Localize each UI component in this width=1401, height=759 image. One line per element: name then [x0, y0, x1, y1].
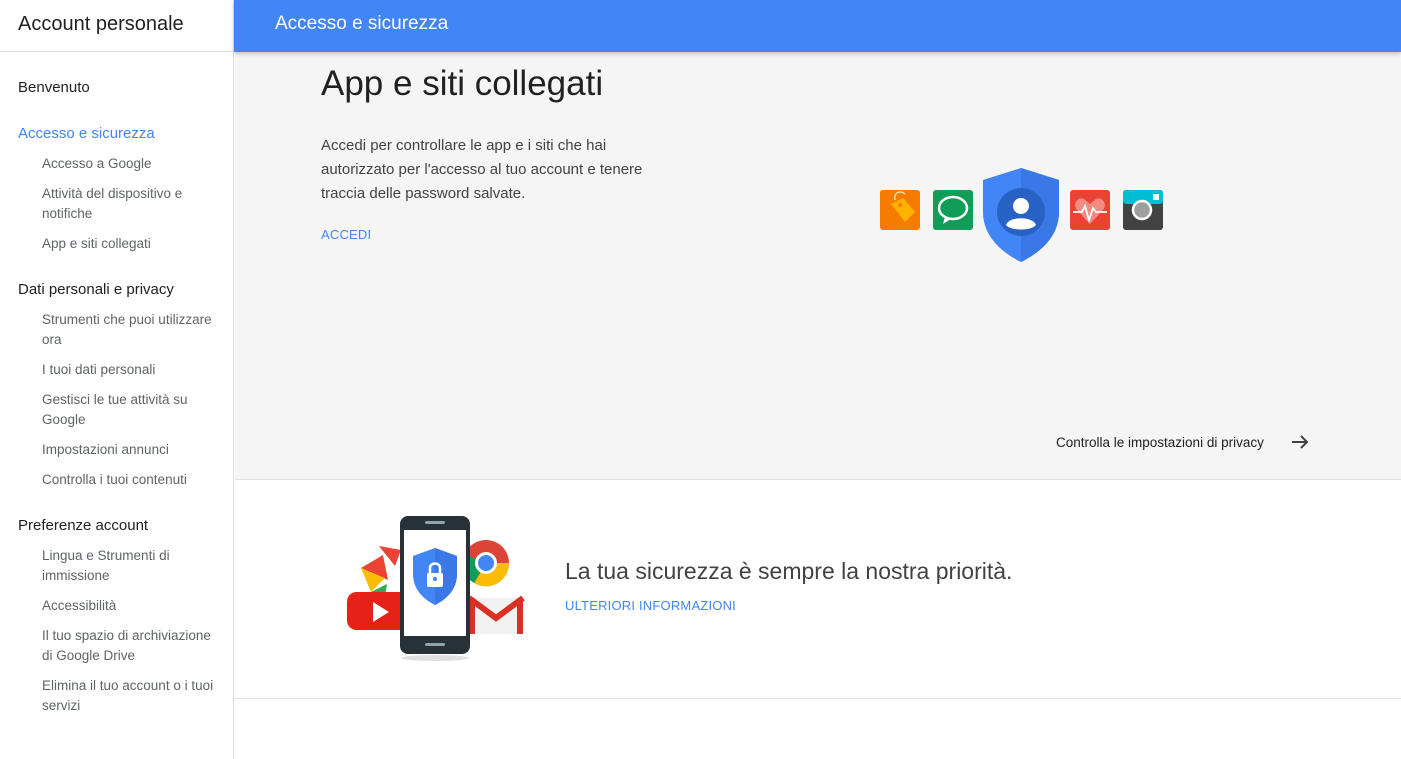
sidebar-subitem-elimina-account[interactable]: Elimina il tuo account o i tuoi servizi	[0, 676, 233, 716]
page-title: App e siti collegati	[321, 64, 604, 103]
sidebar-subitem-impostazioni-annunci[interactable]: Impostazioni annunci	[0, 440, 233, 460]
sidebar-nav: Benvenuto Accesso e sicurezza Accesso a …	[0, 52, 233, 716]
privacy-settings-link[interactable]: Controlla le impostazioni di privacy	[1056, 432, 1310, 452]
sidebar-subitem-gestisci-attivita[interactable]: Gestisci le tue attività su Google	[0, 390, 233, 430]
arrow-right-icon	[1291, 435, 1309, 449]
health-app-icon	[1070, 190, 1110, 230]
sidebar-subitem-spazio-drive[interactable]: Il tuo spazio di archiviazione di Google…	[0, 626, 233, 666]
sidebar-subitem-accesso-google[interactable]: Accesso a Google	[0, 154, 233, 174]
sidebar-subitem-dati-personali[interactable]: I tuoi dati personali	[0, 360, 233, 380]
sidebar-title: Account personale	[0, 0, 233, 52]
sidebar-item-benvenuto[interactable]: Benvenuto	[0, 78, 233, 98]
sidebar-subitem-controlla-contenuti[interactable]: Controlla i tuoi contenuti	[0, 470, 233, 490]
connected-apps-illustration	[880, 168, 1163, 262]
learn-more-button[interactable]: ULTERIORI INFORMAZIONI	[565, 598, 736, 613]
chat-app-icon	[933, 190, 973, 230]
accedi-button[interactable]: ACCEDI	[321, 227, 371, 242]
tag-app-icon	[880, 190, 920, 230]
connected-apps-card: App e siti collegati Accedi per controll…	[235, 52, 1401, 480]
page-section-title: Accesso e sicurezza	[275, 13, 449, 34]
sidebar-subitem-app-siti-collegati[interactable]: App e siti collegati	[0, 234, 233, 254]
sidebar-subitem-lingua[interactable]: Lingua e Strumenti di immissione	[0, 546, 233, 586]
top-app-bar: Accesso e sicurezza	[234, 0, 1401, 52]
privacy-settings-label: Controlla le impostazioni di privacy	[1056, 434, 1264, 450]
account-shield-icon	[983, 168, 1059, 262]
sidebar-subitem-strumenti[interactable]: Strumenti che puoi utilizzare ora	[0, 310, 233, 350]
sidebar-item-dati-personali-privacy[interactable]: Dati personali e privacy	[0, 280, 233, 300]
sidebar: Account personale Benvenuto Accesso e si…	[0, 0, 234, 759]
sidebar-item-preferenze-account[interactable]: Preferenze account	[0, 516, 233, 536]
security-illustration	[347, 516, 525, 661]
phone-lock-icon	[400, 516, 470, 654]
sidebar-subitem-attivita-dispositivo[interactable]: Attività del dispositivo e notifiche	[0, 184, 233, 224]
gmail-icon	[467, 595, 525, 634]
sidebar-item-accesso-sicurezza[interactable]: Accesso e sicurezza	[0, 124, 233, 144]
hero-description: Accedi per controllare le app e i siti c…	[321, 137, 643, 202]
security-heading: La tua sicurezza è sempre la nostra prio…	[565, 558, 1013, 584]
camera-app-icon	[1123, 190, 1163, 230]
security-card: La tua sicurezza è sempre la nostra prio…	[235, 480, 1401, 699]
sidebar-subitem-accessibilita[interactable]: Accessibilità	[0, 596, 233, 616]
